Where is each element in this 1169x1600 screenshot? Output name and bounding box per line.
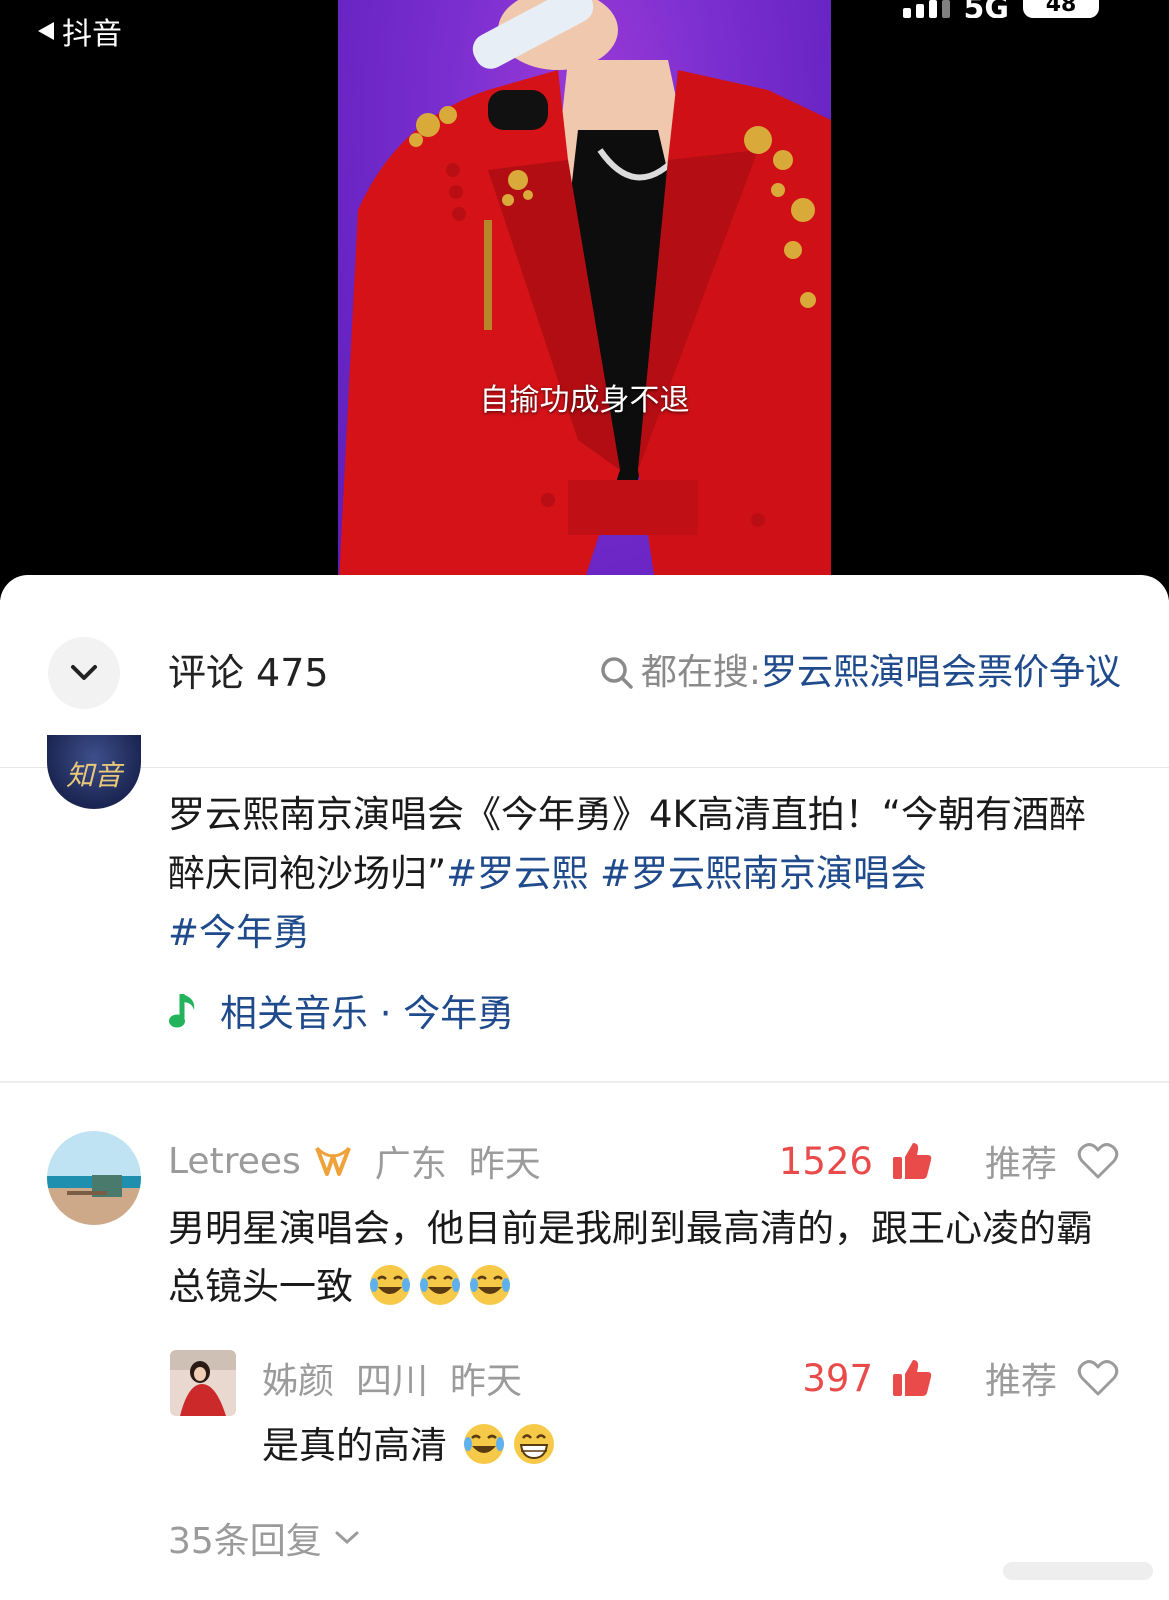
- collapse-comments-button[interactable]: [48, 637, 120, 709]
- comment-sheet: 评论 475 都在搜: 罗云熙演唱会票价争议 知音 罗云熙南京演唱会《今年勇》4…: [0, 575, 1169, 1600]
- comment-body: 男明星演唱会，他目前是我刷到最高清的，跟王心凌的霸总镜头一致: [168, 1200, 1098, 1316]
- back-arrow-icon: [38, 22, 54, 40]
- heart-outline-icon[interactable]: [1077, 1359, 1119, 1397]
- video-frame[interactable]: 自揄功成身不退: [338, 0, 831, 600]
- laugh-cry-emoji-icon: [469, 1265, 510, 1305]
- reply-actions: 397 推荐: [802, 1353, 1119, 1403]
- music-note-icon: [169, 994, 195, 1028]
- back-to-douyin-link[interactable]: 抖音: [38, 10, 122, 52]
- reply-recommend-label[interactable]: 推荐: [985, 1352, 1057, 1404]
- comment-text: 男明星演唱会，他目前是我刷到最高清的，跟王心凌的霸总镜头一致: [168, 1207, 1093, 1308]
- commenter-name[interactable]: Letrees: [168, 1141, 301, 1182]
- laugh-cry-emoji-icon: [419, 1265, 460, 1305]
- hashtag-nanjing-concert[interactable]: #罗云熙南京演唱会: [600, 852, 927, 895]
- grin-emoji-icon: [513, 1424, 554, 1464]
- battery-level: 48: [1045, 0, 1077, 17]
- laugh-cry-emoji-icon: [463, 1424, 504, 1464]
- related-music-link[interactable]: 相关音乐 · 今年勇: [168, 983, 514, 1037]
- search-icon: [601, 657, 633, 689]
- thumbs-up-icon[interactable]: [891, 1357, 933, 1399]
- comment-time: 昨天: [468, 1144, 541, 1185]
- comment-count-title: 评论 475: [168, 647, 329, 699]
- comment-location: 广东: [374, 1144, 447, 1185]
- reply-meta: 姊颜 四川 昨天: [262, 1353, 522, 1403]
- hashtag-luoyunxi[interactable]: #罗云熙: [446, 852, 588, 895]
- recommend-label[interactable]: 推荐: [985, 1135, 1057, 1187]
- hashtag-jinnianyong[interactable]: #今年勇: [168, 911, 310, 954]
- reply-like-count: 397: [802, 1356, 873, 1400]
- reply-user-name[interactable]: 姊颜: [262, 1352, 334, 1404]
- laugh-cry-emoji-icon: [369, 1265, 410, 1305]
- search-topic: 罗云熙演唱会票价争议: [760, 652, 1121, 693]
- network-type: 5G: [963, 0, 1010, 18]
- status-bar: 5G 48: [902, 0, 1099, 22]
- show-replies-button[interactable]: 35条回复: [168, 1512, 360, 1564]
- related-music-label: 相关音乐 · 今年勇: [220, 992, 515, 1035]
- post-description: 罗云熙南京演唱会《今年勇》4K高清直拍！“今朝有酒醉 醉庆同袍沙场归”#罗云熙 …: [168, 785, 1108, 962]
- thumbs-up-icon[interactable]: [891, 1140, 933, 1182]
- author-avatar-text: 知音: [65, 759, 122, 792]
- commenter-avatar[interactable]: [47, 1131, 141, 1225]
- avatar-image: [47, 1131, 141, 1225]
- heart-outline-icon[interactable]: [1077, 1142, 1119, 1180]
- battery-icon: 48: [1023, 0, 1099, 18]
- comment-actions: 1526 推荐: [779, 1136, 1119, 1186]
- comment-sheet-header: 评论 475 都在搜: 罗云熙演唱会票价争议: [0, 575, 1169, 767]
- header-divider: [0, 767, 1169, 768]
- back-label: 抖音: [62, 17, 122, 52]
- reply-avatar[interactable]: [170, 1350, 236, 1416]
- reply-count-label: 35条回复: [168, 1521, 322, 1562]
- comment-meta: Letrees 广东 昨天: [168, 1136, 541, 1186]
- search-prefix: 都在搜:: [640, 652, 761, 693]
- like-count: 1526: [778, 1139, 873, 1183]
- reply-location: 四川: [356, 1361, 429, 1402]
- user-badge-icon: [314, 1146, 351, 1176]
- chevron-down-icon: [335, 1531, 359, 1545]
- comment-count: 475: [256, 651, 329, 695]
- performer-figure: [338, 0, 831, 600]
- trending-search-link[interactable]: 都在搜: 罗云熙演唱会票价争议: [599, 649, 1121, 697]
- chevron-down-icon: [71, 665, 97, 680]
- reply-body: 是真的高清: [262, 1417, 1082, 1475]
- reply-time: 昨天: [450, 1361, 523, 1402]
- avatar-image: [170, 1350, 236, 1416]
- comment-title-label: 评论: [168, 651, 245, 695]
- video-subtitle: 自揄功成身不退: [479, 383, 690, 418]
- watermark: [1003, 1562, 1153, 1580]
- video-player[interactable]: 抖音 5G 48 自揄功成身不退: [0, 0, 1169, 600]
- section-divider: [0, 1081, 1169, 1083]
- reply-text: 是真的高清: [262, 1424, 447, 1467]
- signal-icon: [902, 0, 950, 18]
- author-avatar[interactable]: 知音: [47, 735, 141, 809]
